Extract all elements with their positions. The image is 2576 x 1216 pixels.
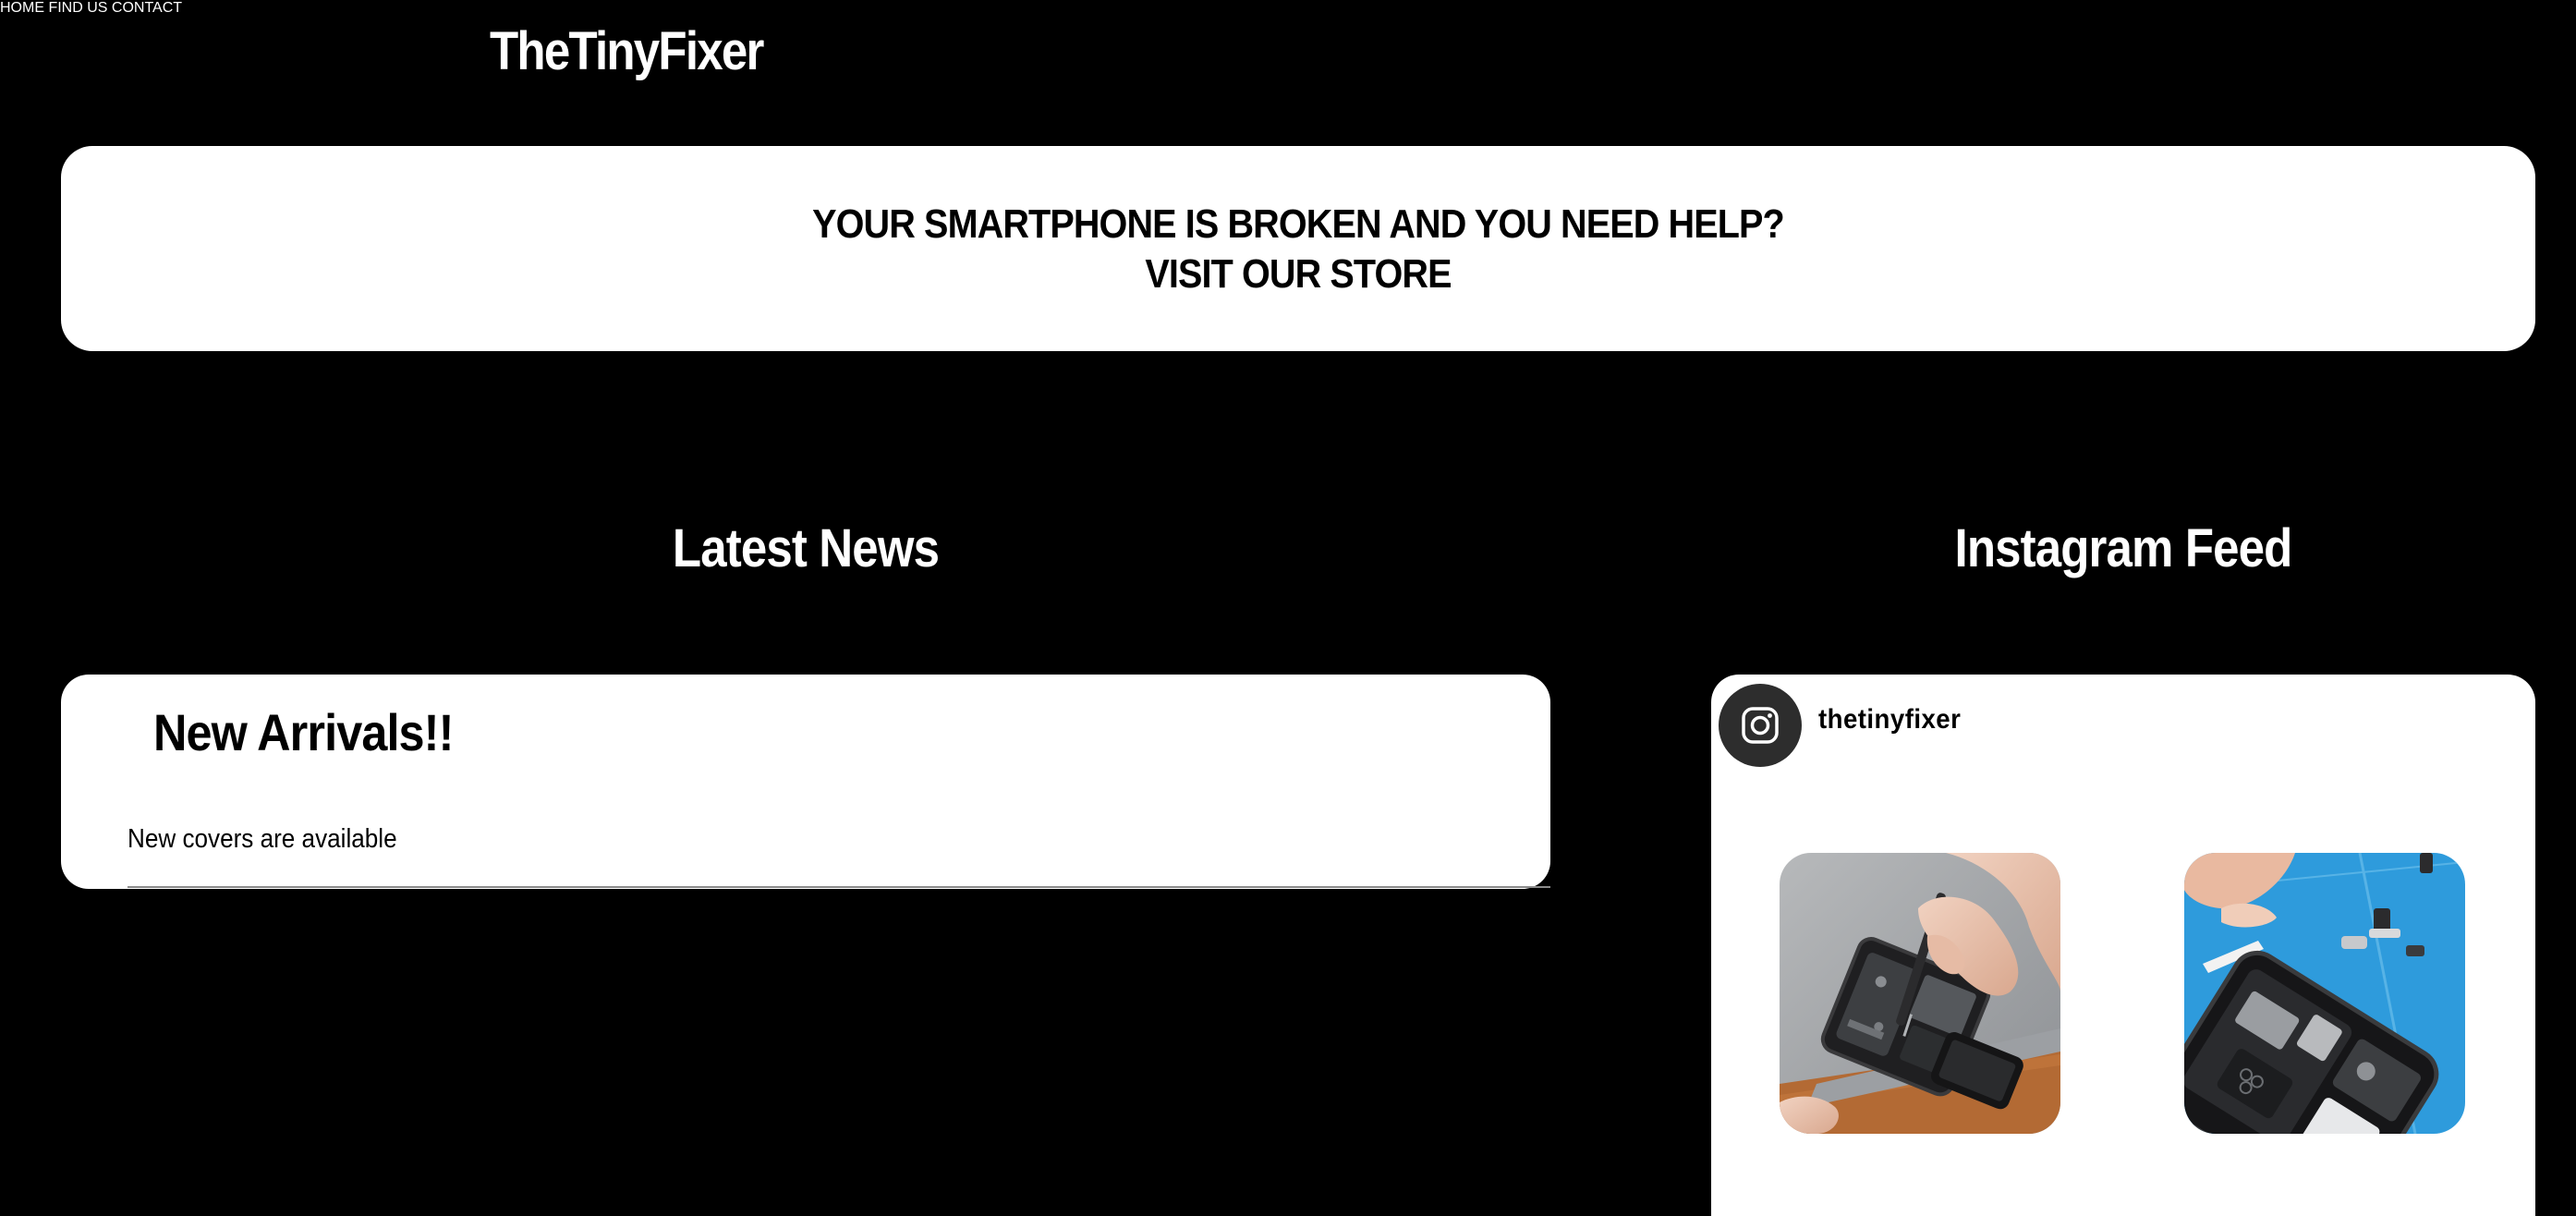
site-logo[interactable]: TheTinyFixer	[490, 20, 764, 82]
instagram-feed-title: Instagram Feed	[1954, 518, 2293, 578]
hero-subheadline: VISIT OUR STORE	[1145, 251, 1452, 297]
instagram-handle[interactable]: thetinyfixer	[1818, 704, 1961, 736]
nav-home-link[interactable]: HOME	[0, 0, 44, 16]
news-divider	[128, 886, 1550, 888]
hero-banner: YOUR SMARTPHONE IS BROKEN AND YOU NEED H…	[61, 146, 2535, 351]
page: TheTinyFixer HOME FIND US CONTACT YOUR S…	[0, 0, 2576, 1216]
hero-headline: YOUR SMARTPHONE IS BROKEN AND YOU NEED H…	[812, 201, 1785, 247]
nav-contact-link[interactable]: CONTACT	[112, 0, 182, 16]
main-nav: HOME FIND US CONTACT	[0, 0, 2576, 17]
nav-find-us-link[interactable]: FIND US	[48, 0, 107, 16]
news-item-title: New Arrivals!!	[153, 703, 454, 761]
latest-news-title: Latest News	[672, 518, 940, 578]
instagram-avatar[interactable]	[1719, 684, 1802, 767]
instagram-widget: thetinyfixer	[1711, 675, 2535, 1216]
news-card: New Arrivals!! New covers are available	[61, 675, 1550, 889]
instagram-post-2[interactable]	[2184, 853, 2465, 1134]
instagram-icon	[1742, 707, 1779, 744]
instagram-post-1[interactable]	[1780, 853, 2060, 1134]
news-item-body: New covers are available	[128, 824, 397, 854]
